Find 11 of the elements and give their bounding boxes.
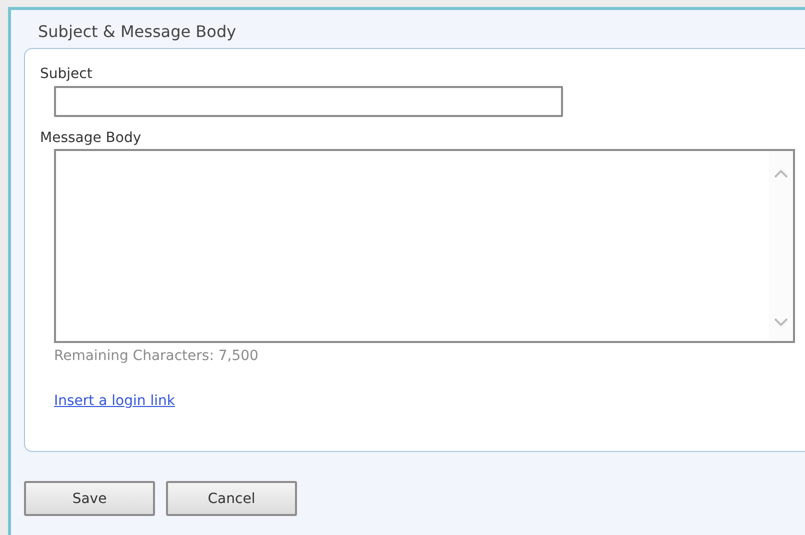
message-body-label: Message Body: [40, 130, 142, 146]
scroll-up-icon[interactable]: [774, 169, 788, 178]
subject-field[interactable]: [54, 86, 563, 117]
remaining-characters-text: Remaining Characters: 7,500: [54, 348, 258, 364]
insert-login-link[interactable]: Insert a login link: [54, 393, 175, 409]
panel-title: Subject & Message Body: [38, 22, 236, 41]
scroll-down-icon[interactable]: [774, 318, 788, 327]
cancel-button[interactable]: Cancel: [166, 481, 297, 516]
message-body-field[interactable]: [54, 149, 795, 343]
save-button[interactable]: Save: [24, 481, 155, 516]
subject-label: Subject: [40, 66, 92, 82]
